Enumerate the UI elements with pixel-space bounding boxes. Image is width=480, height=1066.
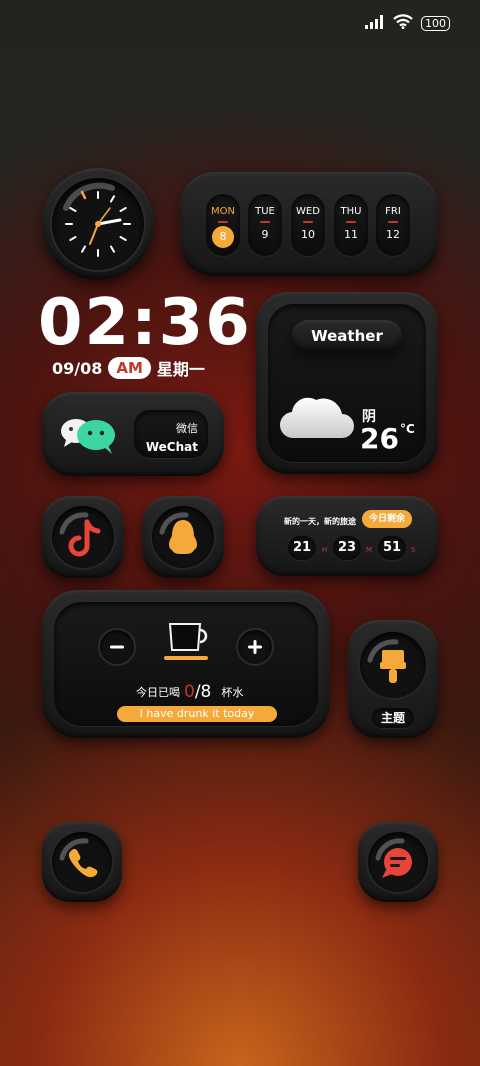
day-date: 10 [301, 228, 315, 241]
day-date: 11 [344, 228, 358, 241]
increase-button[interactable] [238, 630, 272, 664]
calendar-day-thu[interactable]: THU 11 [334, 194, 368, 256]
day-countdown-widget[interactable]: 新的一天，新的旅途 今日剩余 21 H 23 M 51 S [256, 496, 438, 576]
theme-app[interactable]: 主题 [348, 620, 438, 738]
water-panel: 今日已喝 0/8 杯水 I have drunk it today [54, 602, 318, 726]
tiktok-app[interactable] [42, 496, 124, 578]
day-name: FRI [385, 206, 401, 217]
calendar-day-wed[interactable]: WED 10 [291, 194, 325, 256]
drunk-today-button[interactable]: I have drunk it today [117, 706, 277, 722]
messages-app[interactable] [358, 822, 438, 902]
water-count-line: 今日已喝 0/8 杯水 [136, 682, 243, 702]
ampm-badge: AM [108, 357, 151, 379]
digital-clock-time: 02:36 [38, 286, 252, 360]
signal-icon [365, 14, 385, 33]
theme-label: 主题 [372, 708, 414, 728]
day-date: 9 [261, 228, 269, 241]
calendar-day-mon[interactable]: MON 8 [206, 194, 240, 256]
water-prefix: 今日已喝 [136, 686, 180, 699]
calendar-day-tue[interactable]: TUE 9 [248, 194, 282, 256]
weather-title: Weather [292, 320, 402, 352]
day-name: THU [340, 206, 362, 217]
weather-panel: Weather 阴 26 °C [268, 304, 426, 462]
battery-icon: 100 [421, 16, 450, 31]
wifi-icon [393, 14, 413, 33]
wechat-cn-label: 微信 [176, 422, 198, 435]
message-bubble-icon [368, 832, 428, 892]
minus-icon [110, 645, 124, 649]
tiktok-icon [52, 506, 114, 568]
status-bar: 100 [365, 14, 450, 33]
day-divider [218, 221, 228, 223]
day-date: 12 [386, 228, 400, 241]
countdown-badge: 今日剩余 [362, 510, 412, 528]
wechat-widget[interactable]: 微信 WeChat [42, 392, 224, 476]
countdown-subtitle: 新的一天，新的旅途 [284, 517, 356, 526]
water-tracker-widget[interactable]: 今日已喝 0/8 杯水 I have drunk it today [42, 590, 330, 738]
wechat-icon [60, 414, 118, 460]
phone-app[interactable] [42, 822, 122, 902]
plus-icon [248, 640, 262, 654]
weekday-text: 星期一 [156, 360, 205, 379]
water-total: /8 [194, 682, 212, 702]
day-name: TUE [255, 206, 275, 217]
date-text: 09/08 [52, 358, 103, 378]
clock-face [52, 178, 144, 270]
water-suffix: 杯水 [221, 686, 244, 699]
decrease-button[interactable] [100, 630, 134, 664]
coffee-cup-icon [160, 616, 212, 668]
minutes-unit: M [366, 546, 373, 554]
phone-icon [52, 832, 112, 892]
wechat-label-panel: 微信 WeChat [134, 410, 208, 458]
countdown-minutes: 23 [333, 536, 361, 560]
temperature-unit: °C [400, 422, 415, 436]
day-divider [303, 221, 313, 223]
clock-hands-icon [63, 182, 131, 257]
day-divider [346, 221, 356, 223]
hours-unit: H [322, 546, 328, 554]
brush-icon [360, 632, 426, 698]
countdown-seconds: 51 [378, 536, 406, 560]
calendar-day-fri[interactable]: FRI 12 [376, 194, 410, 256]
day-divider [388, 221, 398, 223]
week-calendar-widget[interactable]: MON 8 TUE 9 WED 10 THU 11 FRI 12 [180, 172, 438, 276]
day-date-active: 8 [212, 226, 234, 248]
analog-clock-widget[interactable] [42, 168, 154, 280]
seconds-unit: S [411, 546, 416, 554]
wechat-en-label: WeChat [145, 440, 198, 454]
qq-penguin-icon [152, 506, 214, 568]
weather-widget[interactable]: Weather 阴 26 °C [256, 292, 438, 474]
qq-app[interactable] [142, 496, 224, 578]
water-count: 0 [184, 682, 195, 702]
cloud-icon [279, 390, 354, 444]
day-name: WED [296, 206, 320, 217]
weather-temperature: 26 [360, 422, 399, 455]
date-line: 09/08 AM 星期一 [52, 356, 205, 380]
day-name: MON [211, 206, 235, 217]
day-divider [260, 221, 270, 223]
countdown-hours: 21 [288, 536, 316, 560]
